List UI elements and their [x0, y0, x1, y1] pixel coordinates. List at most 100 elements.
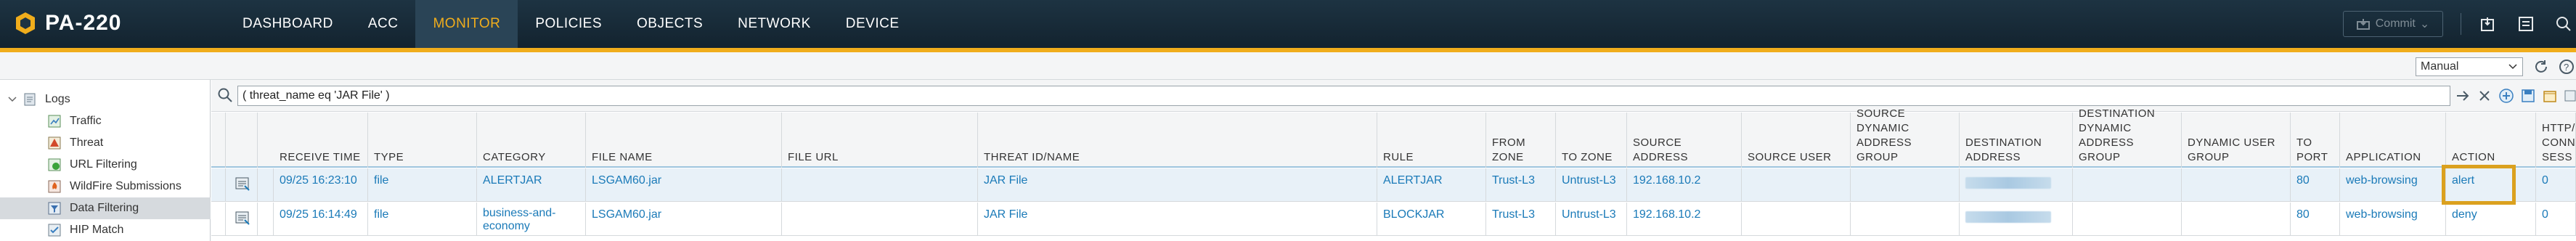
table-header: RECEIVE TIME TYPE CATEGORY FILE NAME FIL… [211, 107, 2576, 168]
config-lock-icon[interactable] [2476, 12, 2500, 36]
to-zone-cell[interactable]: Untrust-L3 [1556, 168, 1627, 202]
source-user-cell[interactable] [1742, 168, 1851, 202]
column-header-source-address[interactable]: SOURCE ADDRESS [1627, 113, 1742, 168]
row-details-cell [211, 203, 226, 236]
tab-network[interactable]: NETWORK [720, 0, 828, 48]
apply-filter-icon[interactable] [2453, 86, 2472, 105]
row-spacer [258, 203, 274, 236]
destination-dag-cell[interactable] [2073, 203, 2182, 236]
column-header-rule[interactable]: RULE [1377, 113, 1486, 168]
action-cell[interactable]: deny [2446, 203, 2536, 236]
receive-time-cell[interactable]: 09/25 16:23:10 [274, 168, 368, 202]
destination-address-cell[interactable] [1960, 168, 2073, 202]
category-cell[interactable]: business-and- economy [477, 203, 586, 236]
commit-label: Commit [2375, 17, 2416, 30]
tab-monitor[interactable]: MONITOR [415, 0, 518, 48]
chevron-down-icon: ⌄ [2419, 18, 2430, 30]
tab-dashboard[interactable]: DASHBOARD [225, 0, 351, 48]
rule-cell[interactable]: ALERTJAR [1377, 168, 1486, 202]
column-header-threat-id-name[interactable]: THREAT ID/NAME [978, 113, 1377, 168]
save-filter-icon[interactable] [2519, 86, 2538, 105]
type-cell[interactable]: file [368, 203, 477, 236]
to-port-cell[interactable]: 80 [2291, 168, 2340, 202]
http-conn-cell[interactable]: 0 [2536, 203, 2576, 236]
sidebar-item-wildfire-submissions[interactable]: WildFire Submissions [0, 176, 211, 197]
threat-cell[interactable]: JAR File [978, 168, 1377, 202]
threat-cell[interactable]: JAR File [978, 203, 1377, 236]
log-details-icon[interactable] [226, 203, 258, 236]
column-header-application[interactable]: APPLICATION [2340, 113, 2446, 168]
source-address-cell[interactable]: 192.168.10.2 [1627, 203, 1742, 236]
refresh-icon[interactable] [2532, 57, 2551, 76]
source-dag-cell[interactable] [1851, 168, 1960, 202]
destination-dag-cell[interactable] [2073, 168, 2182, 202]
rule-cell[interactable]: BLOCKJAR [1377, 203, 1486, 236]
commit-button[interactable]: Commit ⌄ [2343, 11, 2443, 37]
tab-objects[interactable]: OBJECTS [619, 0, 720, 48]
sidebar-item-url-filtering[interactable]: URL Filtering [0, 154, 211, 176]
filter-query-input[interactable]: ( threat_name eq 'JAR File' ) [237, 86, 2450, 106]
column-header-file-url[interactable]: FILE URL [782, 113, 978, 168]
table-row[interactable]: 09/25 16:14:49 file business-and- econom… [211, 203, 2576, 236]
receive-time-cell[interactable]: 09/25 16:14:49 [274, 203, 368, 236]
action-cell[interactable]: alert [2446, 168, 2536, 202]
column-header-type[interactable]: TYPE [368, 113, 477, 168]
table-row[interactable]: 09/25 16:23:10 file ALERTJAR LSGAM60.jar… [211, 168, 2576, 202]
column-header-dynamic-user-group[interactable]: DYNAMIC USER GROUP [2182, 113, 2291, 168]
column-header-to-port[interactable]: TO PORT [2291, 113, 2340, 168]
column-header-source-user[interactable]: SOURCE USER [1742, 113, 1851, 168]
tab-policies[interactable]: POLICIES [518, 0, 619, 48]
load-filter-icon[interactable] [2540, 86, 2559, 105]
destination-address-cell[interactable] [1960, 203, 2073, 236]
add-filter-icon[interactable] [2497, 86, 2516, 105]
column-header-category[interactable]: CATEGORY [477, 113, 586, 168]
search-icon[interactable] [2551, 12, 2576, 36]
to-port-cell[interactable]: 80 [2291, 203, 2340, 236]
file-url-cell[interactable] [782, 203, 978, 236]
file-name-cell[interactable]: LSGAM60.jar [586, 203, 782, 236]
chevron-down-icon[interactable] [7, 94, 22, 105]
type-cell[interactable]: file [368, 168, 477, 202]
file-name-cell[interactable]: LSGAM60.jar [586, 168, 782, 202]
from-zone-cell[interactable]: Trust-L3 [1486, 203, 1556, 236]
source-user-cell[interactable] [1742, 203, 1851, 236]
tab-device[interactable]: DEVICE [828, 0, 917, 48]
help-icon[interactable]: ? [2557, 57, 2576, 76]
column-header-from-zone[interactable]: FROM ZONE [1486, 113, 1556, 168]
column-header-to-zone[interactable]: TO ZONE [1556, 113, 1627, 168]
refresh-interval-select[interactable]: Manual [2416, 57, 2523, 76]
sidebar-item-threat[interactable]: Threat [0, 132, 211, 154]
application-cell[interactable]: web-browsing [2340, 203, 2446, 236]
source-dag-cell[interactable] [1851, 203, 1960, 236]
to-zone-cell[interactable]: Untrust-L3 [1556, 203, 1627, 236]
column-header-destination-address[interactable]: DESTINATION ADDRESS [1960, 113, 2073, 168]
category-cell[interactable]: ALERTJAR [477, 168, 586, 202]
redacted-address [1965, 177, 2051, 189]
tasks-icon[interactable] [2514, 12, 2538, 36]
column-header-file-name[interactable]: FILE NAME [586, 113, 782, 168]
from-zone-cell[interactable]: Trust-L3 [1486, 168, 1556, 202]
sidebar-item-logs[interactable]: Logs [0, 89, 211, 110]
file-url-cell[interactable] [782, 168, 978, 202]
log-details-icon[interactable] [226, 168, 258, 202]
dynamic-user-group-cell[interactable] [2182, 203, 2291, 236]
main-nav: DASHBOARD ACC MONITOR POLICIES OBJECTS N… [225, 0, 917, 48]
source-address-cell[interactable]: 192.168.10.2 [1627, 168, 1742, 202]
column-header-http-conn[interactable]: HTTP/ CONN SESS [2536, 113, 2576, 168]
column-header-source-dag[interactable]: SOURCE DYNAMIC ADDRESS GROUP [1851, 107, 1960, 168]
clear-filter-icon[interactable] [2475, 86, 2494, 105]
application-cell[interactable]: web-browsing [2340, 168, 2446, 202]
sidebar-item-label: Traffic [70, 115, 102, 127]
refresh-interval-value: Manual [2421, 60, 2459, 73]
column-header-destination-dag[interactable]: DESTINATION DYNAMIC ADDRESS GROUP [2073, 107, 2182, 168]
tab-acc[interactable]: ACC [351, 0, 416, 48]
sidebar-item-hip-match[interactable]: HIP Match [0, 219, 211, 241]
dynamic-user-group-cell[interactable] [2182, 168, 2291, 202]
column-header-receive-time[interactable]: RECEIVE TIME [274, 113, 368, 168]
sidebar-item-traffic[interactable]: Traffic [0, 110, 211, 132]
export-filter-icon[interactable] [2561, 86, 2576, 105]
sidebar-item-data-filtering[interactable]: Data Filtering [0, 197, 211, 219]
data-filtering-icon [46, 200, 62, 216]
http-conn-cell[interactable]: 0 [2536, 168, 2576, 202]
column-header-action[interactable]: ACTION [2446, 113, 2536, 168]
